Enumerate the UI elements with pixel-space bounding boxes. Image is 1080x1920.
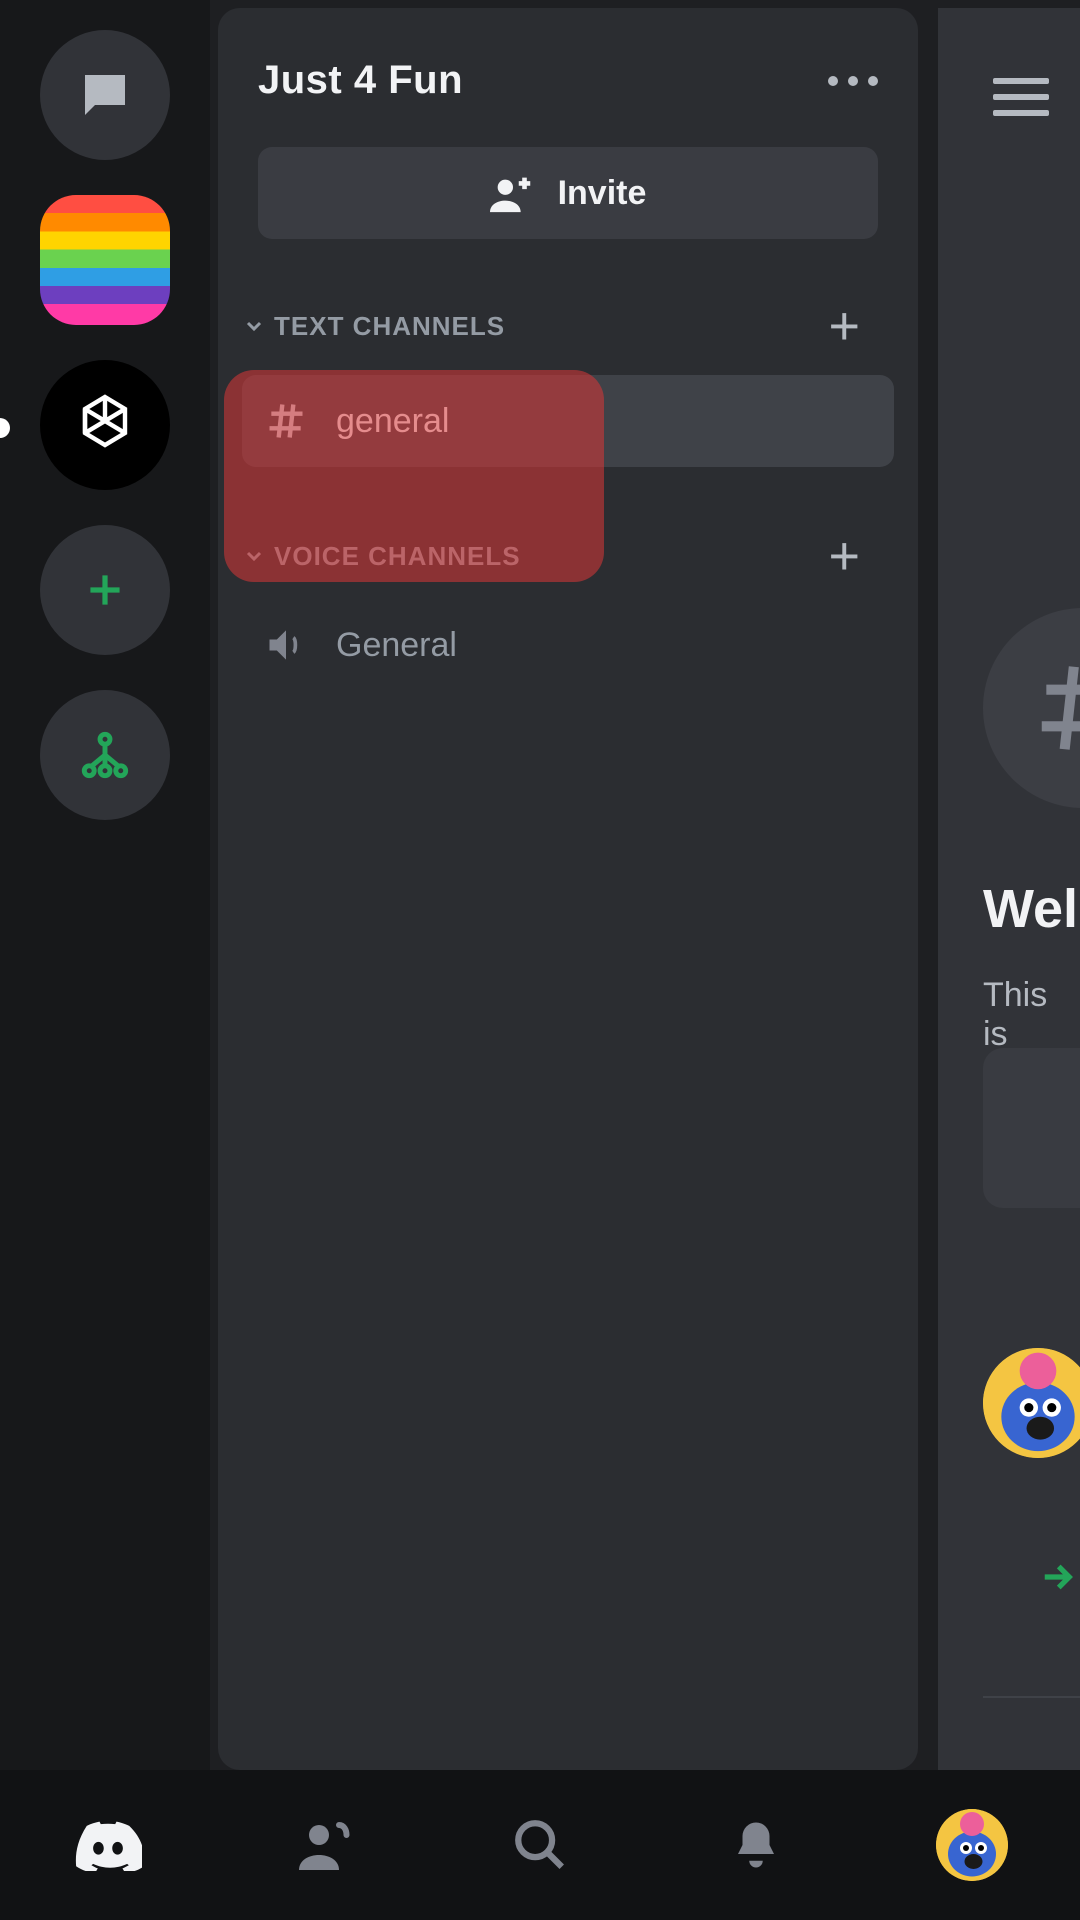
channel-panel: Just 4 Fun Invite TEXT CHANNELS +	[218, 8, 918, 1770]
chat-bubble-icon	[72, 65, 138, 125]
add-text-channel-button[interactable]: +	[810, 295, 878, 357]
user-avatar[interactable]	[983, 1348, 1080, 1458]
welcome-subtitle: This is	[983, 976, 1080, 1054]
tab-profile[interactable]	[936, 1809, 1008, 1881]
channel-name: general	[336, 402, 449, 441]
discord-logo-icon	[74, 1819, 142, 1871]
section-label: TEXT CHANNELS	[274, 311, 505, 342]
channel-hero-icon	[983, 608, 1080, 808]
server-unread-dot	[0, 418, 10, 438]
tab-home[interactable]	[72, 1809, 144, 1881]
hash-icon	[264, 399, 308, 443]
bottom-tab-bar	[0, 1770, 1080, 1920]
divider	[983, 1696, 1080, 1698]
main-content-peek: Wel This is	[938, 8, 1080, 1770]
text-channel-general[interactable]: general	[242, 375, 894, 467]
server-rainbow[interactable]	[40, 195, 170, 325]
channel-name: General	[336, 626, 457, 665]
ellipsis-icon	[828, 76, 838, 86]
server-openai[interactable]	[40, 360, 170, 490]
hamburger-icon	[993, 110, 1049, 116]
openai-logo-icon	[65, 385, 145, 465]
ellipsis-icon	[868, 76, 878, 86]
explore-servers-button[interactable]	[40, 690, 170, 820]
plus-icon	[80, 565, 130, 615]
speaker-icon	[264, 623, 308, 667]
search-icon	[511, 1816, 569, 1874]
add-voice-channel-button[interactable]: +	[810, 525, 878, 587]
voice-channel-general[interactable]: General	[242, 599, 894, 691]
hamburger-button[interactable]	[993, 78, 1049, 116]
invite-button[interactable]: Invite	[258, 147, 878, 239]
add-server-button[interactable]	[40, 525, 170, 655]
person-add-icon	[490, 173, 536, 213]
direct-messages-button[interactable]	[40, 30, 170, 160]
avatar-icon	[936, 1809, 1008, 1881]
onboarding-card[interactable]	[983, 1048, 1080, 1208]
ellipsis-icon	[848, 76, 858, 86]
server-rail	[0, 0, 210, 1770]
bell-icon	[729, 1816, 783, 1874]
arrow-right-icon[interactable]	[1036, 1556, 1078, 1598]
hub-icon	[78, 728, 132, 782]
tab-search[interactable]	[504, 1809, 576, 1881]
tab-friends[interactable]	[288, 1809, 360, 1881]
chevron-down-icon	[242, 314, 266, 338]
friend-wave-icon	[294, 1815, 354, 1875]
welcome-heading: Wel	[983, 878, 1078, 940]
server-menu-button[interactable]	[828, 76, 878, 86]
panel-header: Just 4 Fun	[258, 58, 878, 103]
chevron-down-icon	[242, 544, 266, 568]
invite-label: Invite	[558, 174, 647, 213]
voice-channels-header[interactable]: VOICE CHANNELS +	[242, 525, 894, 599]
hamburger-icon	[993, 94, 1049, 100]
text-channels-header[interactable]: TEXT CHANNELS +	[242, 295, 894, 369]
hamburger-icon	[993, 78, 1049, 84]
section-label: VOICE CHANNELS	[274, 541, 521, 572]
app-root: Just 4 Fun Invite TEXT CHANNELS +	[0, 0, 1080, 1770]
server-title[interactable]: Just 4 Fun	[258, 58, 463, 103]
tab-notifications[interactable]	[720, 1809, 792, 1881]
